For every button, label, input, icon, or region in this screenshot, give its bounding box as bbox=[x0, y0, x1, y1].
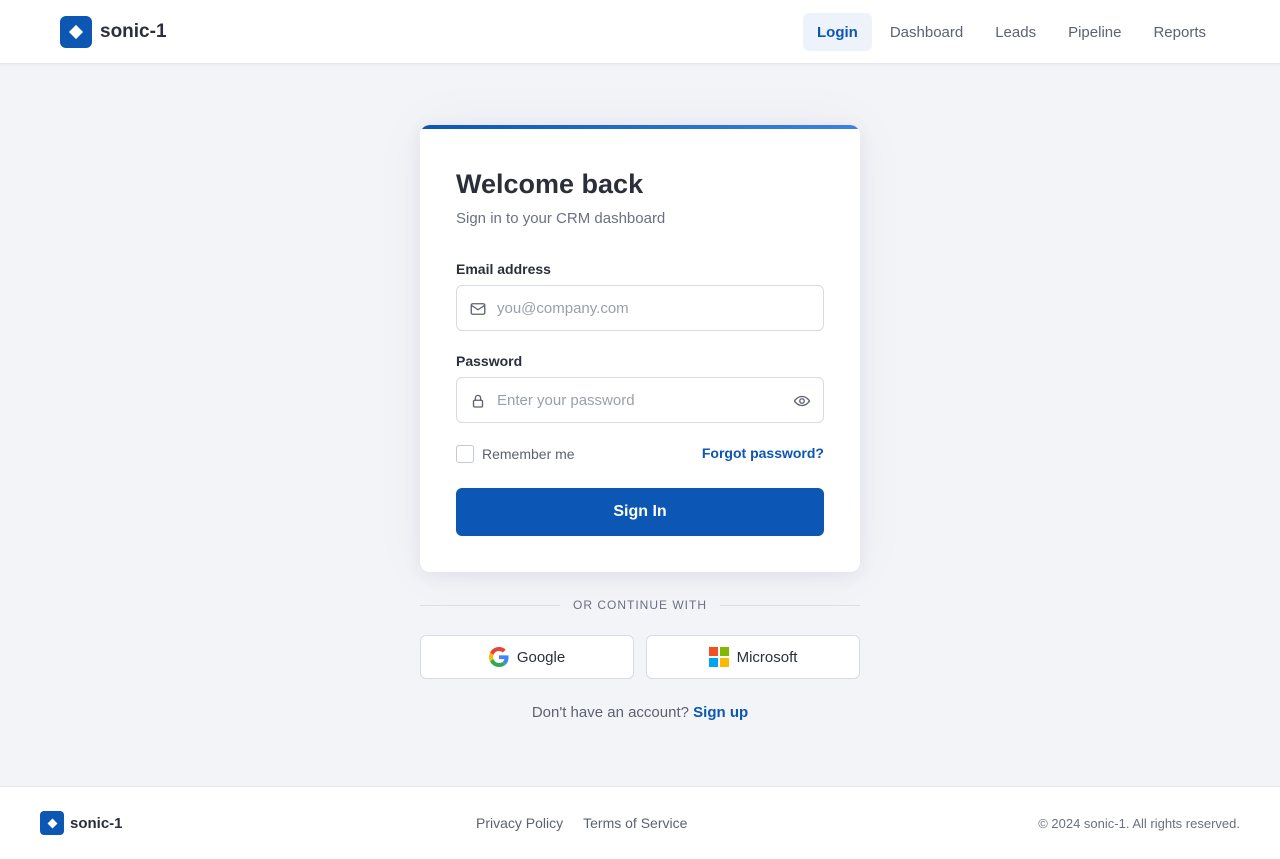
mail-icon bbox=[470, 303, 486, 315]
footer-links: Privacy Policy Terms of Service bbox=[476, 815, 707, 831]
remember-me-label[interactable]: Remember me bbox=[482, 446, 575, 462]
nav-reports[interactable]: Reports bbox=[1139, 13, 1220, 51]
or-divider: OR CONTINUE WITH bbox=[420, 598, 860, 614]
card-accent-bar bbox=[420, 125, 860, 129]
footer: sonic-1 Privacy Policy Terms of Service … bbox=[0, 786, 1280, 859]
nav-dashboard[interactable]: Dashboard bbox=[876, 13, 977, 51]
eye-icon[interactable] bbox=[793, 392, 811, 410]
sign-up-link[interactable]: Sign up bbox=[693, 704, 748, 721]
brand[interactable]: sonic-1 bbox=[60, 16, 167, 48]
microsoft-button-label: Microsoft bbox=[736, 648, 798, 666]
microsoft-button[interactable]: Microsoft bbox=[646, 635, 860, 679]
signup-prompt-text: Don't have an account? bbox=[531, 704, 689, 721]
diamond-logo-icon bbox=[40, 811, 64, 835]
remember-me-checkbox[interactable] bbox=[456, 445, 474, 463]
top-header: sonic-1 Login Dashboard Leads Pipeline R… bbox=[0, 0, 1280, 64]
ms-square-green bbox=[719, 647, 729, 656]
email-input[interactable] bbox=[497, 286, 797, 330]
login-card: Welcome back Sign in to your CRM dashboa… bbox=[420, 125, 860, 572]
google-button-label: Google bbox=[516, 648, 566, 666]
terms-of-service-link[interactable]: Terms of Service bbox=[583, 815, 687, 831]
footer-brand-name: sonic-1 bbox=[70, 814, 123, 832]
ms-square-yellow bbox=[719, 658, 729, 667]
password-label: Password bbox=[456, 353, 523, 369]
lock-icon bbox=[472, 394, 484, 408]
footer-brand[interactable]: sonic-1 bbox=[40, 811, 123, 835]
email-field-wrapper bbox=[456, 285, 824, 331]
privacy-policy-link[interactable]: Privacy Policy bbox=[476, 815, 563, 831]
microsoft-logo-icon bbox=[708, 647, 729, 667]
signup-prompt: Don't have an account? Sign up bbox=[420, 704, 860, 721]
brand-name: sonic-1 bbox=[100, 21, 167, 42]
nav-pipeline[interactable]: Pipeline bbox=[1054, 13, 1135, 51]
password-field-wrapper bbox=[456, 377, 824, 423]
ms-square-red bbox=[708, 647, 718, 656]
sign-in-button[interactable]: Sign In bbox=[456, 488, 824, 536]
page-title: Welcome back bbox=[456, 169, 644, 199]
copyright-text: © 2024 sonic-1. All rights reserved. bbox=[1038, 816, 1240, 831]
nav-leads[interactable]: Leads bbox=[981, 13, 1050, 51]
email-label: Email address bbox=[456, 261, 551, 277]
diamond-logo-icon bbox=[60, 16, 92, 48]
forgot-password-link[interactable]: Forgot password? bbox=[702, 445, 824, 461]
password-input[interactable] bbox=[497, 378, 797, 422]
logo-diamond-shape bbox=[47, 818, 57, 828]
google-button[interactable]: Google bbox=[420, 635, 634, 679]
nav-login[interactable]: Login bbox=[803, 13, 872, 51]
ms-square-blue bbox=[708, 658, 718, 667]
google-logo-icon bbox=[488, 647, 509, 667]
divider-text: OR CONTINUE WITH bbox=[573, 598, 707, 612]
logo-diamond-shape bbox=[68, 24, 84, 40]
main-nav: Login Dashboard Leads Pipeline Reports bbox=[799, 13, 1220, 51]
remember-me: Remember me bbox=[456, 445, 575, 463]
page-subtitle: Sign in to your CRM dashboard bbox=[456, 210, 666, 227]
